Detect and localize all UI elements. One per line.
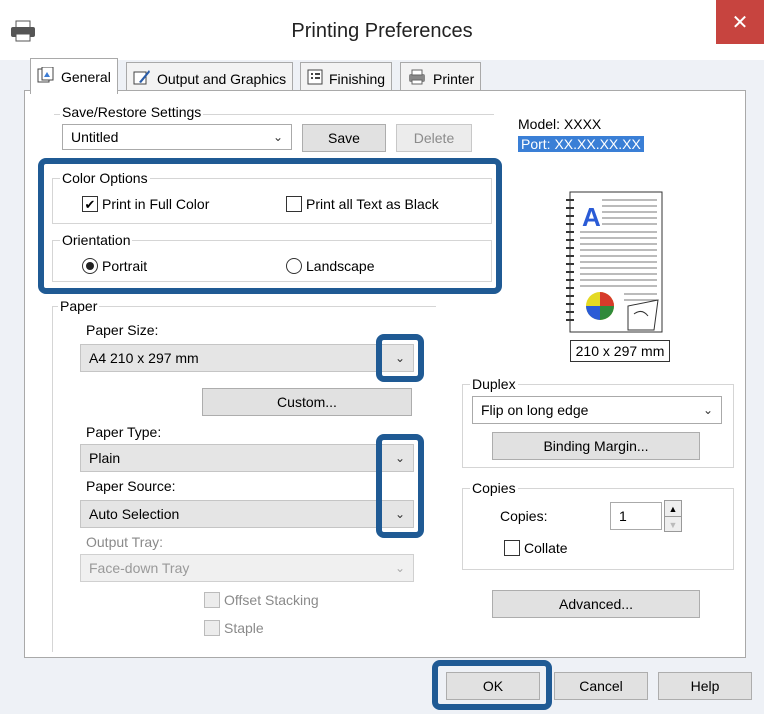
close-icon: ✕: [731, 11, 749, 34]
paper-type-value: Plain: [89, 450, 121, 466]
delete-button[interactable]: Delete: [396, 124, 472, 152]
paper-source-select[interactable]: Auto Selection ⌄: [80, 500, 414, 528]
duplex-select[interactable]: Flip on long edge ⌄: [472, 396, 722, 424]
finishing-tab-icon: [307, 69, 323, 88]
staple-checkbox[interactable]: [204, 620, 220, 636]
tab-finishing-label: Finishing: [329, 70, 386, 87]
tab-general[interactable]: General: [30, 58, 118, 94]
color-orientation-highlight: [38, 158, 502, 294]
ok-button-highlight: [432, 660, 552, 710]
collate-option[interactable]: Collate: [504, 540, 568, 556]
duplex-value: Flip on long edge: [481, 402, 589, 418]
cancel-button[interactable]: Cancel: [554, 672, 648, 700]
paper-size-caption: 210 x 297 mm: [570, 340, 670, 362]
advanced-button[interactable]: Advanced...: [492, 590, 700, 618]
window-title: Printing Preferences: [291, 20, 473, 42]
model-text: Model: XXXX: [518, 116, 602, 132]
tab-printer-label: Printer: [433, 70, 475, 87]
paper-type-label: Paper Type:: [86, 424, 162, 440]
offset-stacking-label: Offset Stacking: [224, 592, 319, 608]
paper-size-value: A4 210 x 297 mm: [89, 350, 199, 366]
tab-general-label: General: [61, 68, 111, 85]
save-restore-select[interactable]: Untitled ⌄: [62, 124, 292, 150]
custom-button[interactable]: Custom...: [202, 388, 412, 416]
output-tray-select[interactable]: Face-down Tray ⌄: [80, 554, 414, 582]
copies-group: [462, 488, 734, 570]
paper-type-select[interactable]: Plain ⌄: [80, 444, 414, 472]
general-tab-icon: [37, 66, 55, 86]
output-graphics-tab-icon: [133, 69, 151, 88]
port-text: Port: XX.XX.XX.XX: [518, 136, 644, 152]
chevron-down-icon: ⌄: [702, 403, 713, 417]
copies-label: Copies:: [500, 508, 548, 524]
collate-label: Collate: [524, 540, 568, 556]
save-restore-legend: Save/Restore Settings: [60, 104, 204, 120]
output-tray-label: Output Tray:: [86, 534, 164, 550]
duplex-legend: Duplex: [470, 376, 518, 392]
chevron-down-icon: ⌄: [394, 561, 405, 575]
save-restore-value: Untitled: [71, 129, 119, 145]
help-button[interactable]: Help: [658, 672, 752, 700]
close-button[interactable]: ✕: [716, 0, 764, 44]
paper-size-select[interactable]: A4 210 x 297 mm ⌄: [80, 344, 414, 372]
collate-checkbox[interactable]: [504, 540, 520, 556]
paper-source-value: Auto Selection: [89, 506, 180, 522]
copies-legend: Copies: [470, 480, 518, 496]
staple-label: Staple: [224, 620, 264, 636]
down-arrow-icon[interactable]: ▼: [665, 517, 681, 532]
paper-legend: Paper: [58, 298, 100, 314]
paper-source-label: Paper Source:: [86, 478, 176, 494]
chevron-down-icon: ⌄: [272, 130, 283, 144]
offset-stacking-checkbox[interactable]: [204, 592, 220, 608]
paper-size-arrow-highlight: [376, 334, 424, 382]
tab-output-and-graphics-label: Output and Graphics: [157, 70, 287, 87]
offset-stacking-option[interactable]: Offset Stacking: [204, 592, 319, 608]
paper-size-label: Paper Size:: [86, 322, 159, 338]
up-arrow-icon[interactable]: ▲: [665, 501, 681, 517]
page-preview-icon: A: [562, 190, 672, 343]
copies-input[interactable]: 1: [610, 502, 662, 530]
svg-text:A: A: [582, 202, 601, 232]
binding-margin-button[interactable]: Binding Margin...: [492, 432, 700, 460]
paper-type-source-arrow-highlight: [376, 434, 424, 538]
staple-option[interactable]: Staple: [204, 620, 264, 636]
printer-tab-icon: [407, 69, 427, 88]
save-button[interactable]: Save: [302, 124, 386, 152]
copies-stepper[interactable]: ▲ ▼: [664, 500, 682, 532]
output-tray-value: Face-down Tray: [89, 560, 190, 576]
